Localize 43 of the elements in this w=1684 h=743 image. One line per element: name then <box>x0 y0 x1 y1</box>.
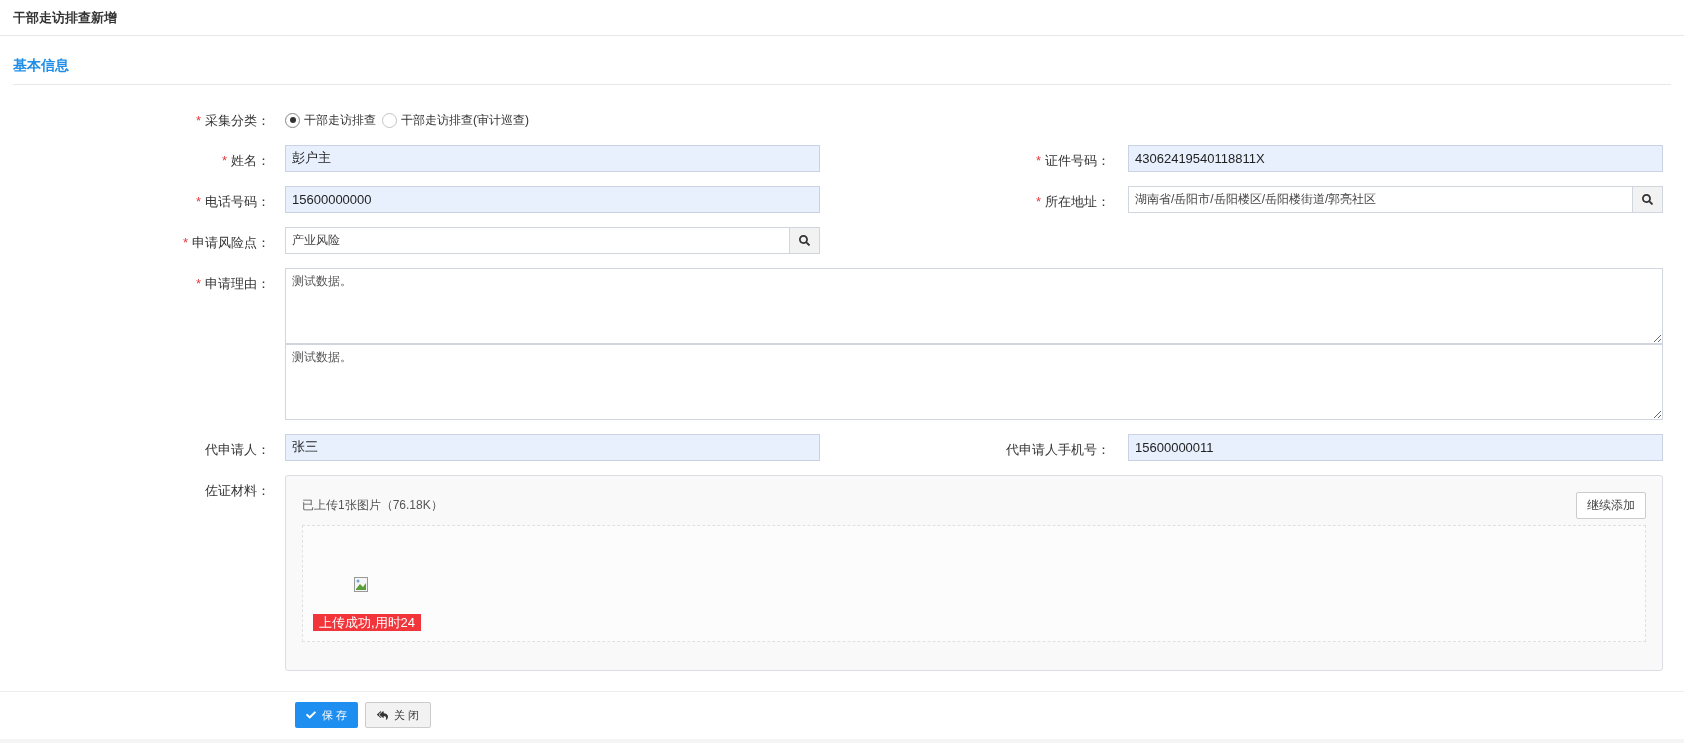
text-input[interactable]: 张三 <box>285 433 820 461</box>
check-icon <box>306 710 316 720</box>
close-button[interactable]: 关 闭 <box>365 702 432 728</box>
field-label: 所在地址： <box>1045 192 1110 211</box>
field-label: 代申请人： <box>205 440 270 459</box>
required-mark: * <box>1035 151 1041 170</box>
textarea-field[interactable]: 测试数据。 <box>285 343 1663 420</box>
add-more-button[interactable]: 继续添加 <box>1576 491 1646 519</box>
field-label: 申请理由： <box>205 274 270 293</box>
radio-label: 干部走访排查(审计巡查) <box>401 112 529 129</box>
text-input[interactable]: 15600000000 <box>285 185 820 213</box>
field-label: 电话号码： <box>205 192 270 211</box>
field-label: 佐证材料： <box>205 481 270 500</box>
required-mark: * <box>195 192 201 211</box>
text-input[interactable]: 彭户主 <box>285 144 820 172</box>
search-icon <box>1642 193 1653 205</box>
broken-image-icon <box>354 576 368 592</box>
radio-label: 干部走访排查 <box>304 112 376 129</box>
required-mark: * <box>221 151 227 170</box>
field-label: 姓名： <box>231 151 270 170</box>
required-mark: * <box>1035 192 1041 211</box>
search-button[interactable] <box>790 226 820 254</box>
text-input[interactable]: 43062419540118811X <box>1128 144 1663 172</box>
upload-summary: 已上传1张图片（76.18K） <box>302 497 443 514</box>
textarea-field[interactable]: 测试数据。 <box>285 267 1663 344</box>
required-mark: * <box>182 233 188 252</box>
required-mark: * <box>195 112 201 130</box>
lookup-input[interactable]: 产业风险 <box>285 226 790 254</box>
field-label: 证件号码： <box>1045 151 1110 170</box>
field-label: 采集分类： <box>205 112 270 130</box>
radio-button[interactable] <box>382 112 397 128</box>
section-title: 基本信息 <box>13 57 69 73</box>
required-mark: * <box>195 274 201 293</box>
reply-icon <box>377 709 389 721</box>
field-label: 代申请人手机号： <box>1006 440 1110 459</box>
search-button[interactable] <box>1633 185 1663 213</box>
radio-button[interactable] <box>285 112 300 128</box>
field-label: 申请风险点： <box>192 233 270 252</box>
text-input[interactable]: 15600000011 <box>1128 433 1663 461</box>
page-title: 干部走访排查新增 <box>13 8 117 27</box>
lookup-input[interactable]: 湖南省/岳阳市/岳阳楼区/岳阳楼街道/郭亮社区 <box>1128 185 1633 213</box>
search-icon <box>799 234 810 246</box>
upload-status: 上传成功,用时24 <box>313 613 422 631</box>
